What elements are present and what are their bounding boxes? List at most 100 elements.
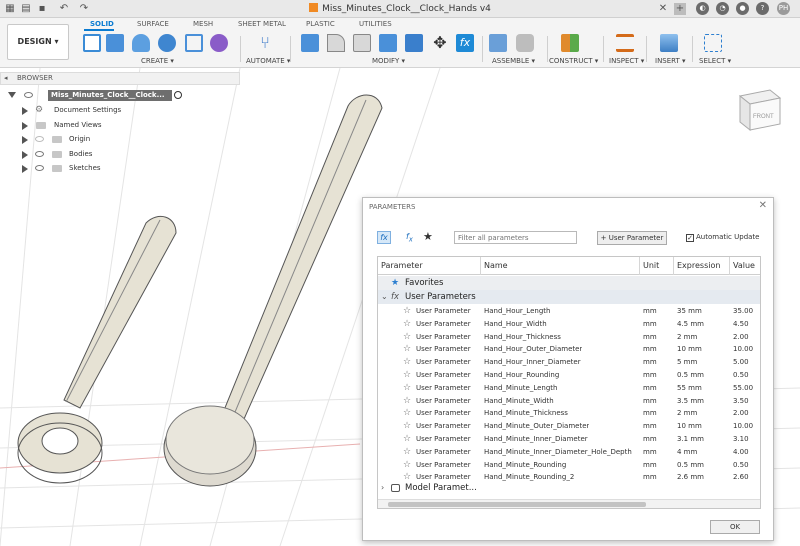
tab-plastic[interactable]: PLASTIC — [306, 20, 335, 28]
column-header-value[interactable]: Value — [730, 257, 760, 275]
favorite-star-icon[interactable]: ☆ — [403, 446, 411, 459]
param-expression-cell[interactable]: 3.1 mm — [677, 433, 704, 446]
notifications-icon[interactable]: ● — [736, 2, 749, 15]
visibility-eye-icon[interactable] — [35, 165, 44, 171]
param-name-cell[interactable]: Hand_Minute_Width — [484, 395, 554, 408]
press-pull-icon[interactable] — [301, 34, 319, 52]
table-row[interactable]: ☆ User Parameter Hand_Minute_Length mm 55 mm… — [378, 382, 760, 395]
param-unit-cell[interactable]: mm — [643, 459, 657, 472]
param-unit-cell[interactable]: mm — [643, 420, 657, 433]
all-parameters-fx-icon[interactable]: fx — [377, 231, 391, 244]
browser-item-document-settings[interactable]: ⚙ Document Settings — [22, 104, 162, 117]
help-icon[interactable]: ? — [756, 2, 769, 15]
checkbox-check-icon[interactable]: ✓ — [686, 234, 694, 242]
favorite-star-icon[interactable]: ☆ — [403, 343, 411, 356]
offset-plane-icon[interactable] — [561, 34, 579, 52]
jobs-icon[interactable]: ◔ — [716, 2, 729, 15]
param-unit-cell[interactable]: mm — [643, 305, 657, 318]
new-component-icon[interactable] — [489, 34, 507, 52]
insert-group-label[interactable]: INSERT ▾ — [655, 57, 686, 65]
pattern-icon[interactable] — [185, 34, 203, 52]
browser-item-sketches[interactable]: Sketches — [22, 162, 162, 175]
ok-button[interactable]: OK — [710, 520, 760, 534]
param-unit-cell[interactable]: mm — [643, 446, 657, 459]
expand-icon[interactable] — [22, 151, 28, 159]
form-icon[interactable] — [210, 34, 228, 52]
param-expression-cell[interactable]: 35 mm — [677, 305, 702, 318]
select-group-label[interactable]: SELECT ▾ — [699, 57, 731, 65]
tab-surface[interactable]: SURFACE — [137, 20, 169, 28]
favorite-star-icon[interactable]: ☆ — [403, 420, 411, 433]
param-name-cell[interactable]: Hand_Hour_Width — [484, 318, 547, 331]
close-tab-icon[interactable]: ✕ — [657, 3, 669, 15]
visibility-eye-icon[interactable] — [35, 136, 44, 142]
param-unit-cell[interactable]: mm — [643, 369, 657, 382]
filter-input[interactable] — [454, 231, 577, 244]
hole-icon[interactable] — [158, 34, 176, 52]
favorite-star-icon[interactable]: ☆ — [403, 331, 411, 344]
visibility-eye-icon[interactable] — [35, 151, 44, 157]
column-header-expression[interactable]: Expression — [674, 257, 730, 275]
param-name-cell[interactable]: Hand_Minute_Length — [484, 382, 558, 395]
column-header-parameter[interactable]: Parameter — [378, 257, 481, 275]
param-unit-cell[interactable]: mm — [643, 382, 657, 395]
browser-item-root[interactable]: Miss_Minutes_Clock__Clock... — [8, 89, 182, 102]
param-name-cell[interactable]: Hand_Minute_Thickness — [484, 407, 568, 420]
filter-fx-icon[interactable]: fx — [406, 232, 413, 244]
param-expression-cell[interactable]: 0.5 mm — [677, 459, 704, 472]
param-unit-cell[interactable]: mm — [643, 331, 657, 344]
modify-group-label[interactable]: MODIFY ▾ — [372, 57, 405, 65]
expand-icon[interactable] — [22, 165, 28, 173]
param-name-cell[interactable]: Hand_Hour_Rounding — [484, 369, 559, 382]
table-row[interactable]: ☆ User Parameter Hand_Minute_Thickness mm 2 … — [378, 407, 760, 420]
param-unit-cell[interactable]: mm — [643, 433, 657, 446]
favorite-star-icon[interactable]: ☆ — [403, 433, 411, 446]
table-row[interactable]: ☆ User Parameter Hand_Minute_Outer_Diamete… — [378, 420, 760, 433]
chamfer-icon[interactable] — [353, 34, 371, 52]
table-row[interactable]: ☆ User Parameter Hand_Hour_Inner_Diameter m… — [378, 356, 760, 369]
table-row[interactable]: ☆ User Parameter Hand_Minute_Inner_Diamete… — [378, 433, 760, 446]
favorite-star-icon[interactable]: ☆ — [403, 369, 411, 382]
automate-icon[interactable]: ⑂ — [256, 34, 274, 52]
hour-hand-model[interactable] — [17, 215, 177, 484]
favorite-star-icon[interactable]: ☆ — [403, 407, 411, 420]
select-icon[interactable] — [704, 34, 722, 52]
tab-mesh[interactable]: MESH — [193, 20, 213, 28]
param-name-cell[interactable]: Hand_Hour_Thickness — [484, 331, 561, 344]
param-unit-cell[interactable]: mm — [643, 343, 657, 356]
model-parameters-group[interactable]: › Model Paramet... — [378, 481, 760, 495]
favorite-star-icon[interactable]: ☆ — [403, 305, 411, 318]
favorite-star-icon[interactable]: ☆ — [403, 382, 411, 395]
tab-sheet-metal[interactable]: SHEET METAL — [238, 20, 286, 28]
table-row[interactable]: ☆ User Parameter Hand_Hour_Length mm 35 mm 35… — [378, 305, 760, 318]
automate-group-label[interactable]: AUTOMATE ▾ — [246, 57, 290, 65]
favorite-star-icon[interactable]: ☆ — [403, 356, 411, 369]
combine-icon[interactable] — [405, 34, 423, 52]
joint-icon[interactable] — [516, 34, 534, 52]
browser-item-label[interactable]: Miss_Minutes_Clock__Clock... — [48, 90, 172, 101]
activate-radio-icon[interactable] — [174, 91, 182, 99]
param-name-cell[interactable]: Hand_Hour_Inner_Diameter — [484, 356, 581, 369]
expand-icon[interactable] — [22, 107, 28, 115]
param-expression-cell[interactable]: 4 mm — [677, 446, 697, 459]
param-name-cell[interactable]: Hand_Minute_Rounding — [484, 459, 566, 472]
inspect-group-label[interactable]: INSPECT ▾ — [609, 57, 644, 65]
param-unit-cell[interactable]: mm — [643, 318, 657, 331]
browser-item-named-views[interactable]: Named Views — [22, 119, 162, 132]
measure-icon[interactable] — [616, 34, 634, 52]
visibility-eye-icon[interactable] — [24, 92, 33, 98]
extensions-icon[interactable]: ◐ — [696, 2, 709, 15]
tab-utilities[interactable]: UTILITIES — [359, 20, 392, 28]
table-row[interactable]: ☆ User Parameter Hand_Minute_Inner_Diamete… — [378, 446, 760, 459]
param-unit-cell[interactable]: mm — [643, 395, 657, 408]
chevron-down-icon[interactable]: ⌄ — [381, 290, 388, 304]
create-sketch-icon[interactable] — [83, 34, 101, 52]
tab-solid[interactable]: SOLID — [90, 20, 114, 28]
param-unit-cell[interactable]: mm — [643, 356, 657, 369]
move-icon[interactable]: ✥ — [431, 34, 449, 52]
extrude-icon[interactable] — [106, 34, 124, 52]
column-header-unit[interactable]: Unit — [640, 257, 674, 275]
param-name-cell[interactable]: Hand_Minute_Inner_Diameter_Hole_Depth — [484, 446, 632, 459]
minute-hand-model[interactable] — [163, 94, 383, 487]
param-expression-cell[interactable]: 2 mm — [677, 331, 697, 344]
